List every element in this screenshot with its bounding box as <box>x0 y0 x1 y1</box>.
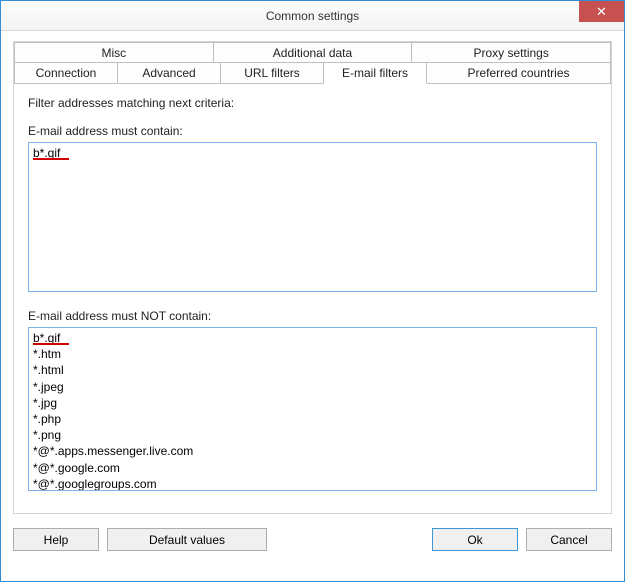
tab-additional-data[interactable]: Additional data <box>213 42 413 63</box>
tab-row-2: Connection Advanced URL filters E-mail f… <box>14 62 611 84</box>
intro-label: Filter addresses matching next criteria: <box>28 96 597 110</box>
tab-advanced[interactable]: Advanced <box>117 62 221 84</box>
tab-preferred-countries[interactable]: Preferred countries <box>426 62 611 84</box>
must-contain-label: E-mail address must contain: <box>28 124 597 138</box>
tab-misc[interactable]: Misc <box>14 42 214 63</box>
titlebar: Common settings ✕ <box>1 1 624 31</box>
window-title: Common settings <box>266 9 359 23</box>
tab-email-filters[interactable]: E-mail filters <box>323 62 427 84</box>
default-values-button[interactable]: Default values <box>107 528 267 551</box>
tab-row-1: Misc Additional data Proxy settings <box>14 42 611 63</box>
tab-url-filters[interactable]: URL filters <box>220 62 324 84</box>
ok-button[interactable]: Ok <box>432 528 518 551</box>
tabs-frame: Misc Additional data Proxy settings Conn… <box>13 41 612 514</box>
must-contain-textarea[interactable] <box>28 142 597 292</box>
must-not-contain-textarea[interactable] <box>28 327 597 491</box>
cancel-button[interactable]: Cancel <box>526 528 612 551</box>
button-bar: Help Default values Ok Cancel <box>1 522 624 561</box>
tab-proxy-settings[interactable]: Proxy settings <box>411 42 611 63</box>
close-button[interactable]: ✕ <box>579 1 624 22</box>
tab-content-email-filters: Filter addresses matching next criteria:… <box>14 83 611 513</box>
must-not-contain-label: E-mail address must NOT contain: <box>28 309 597 323</box>
tab-connection[interactable]: Connection <box>14 62 118 84</box>
help-button[interactable]: Help <box>13 528 99 551</box>
close-icon: ✕ <box>596 5 607 18</box>
